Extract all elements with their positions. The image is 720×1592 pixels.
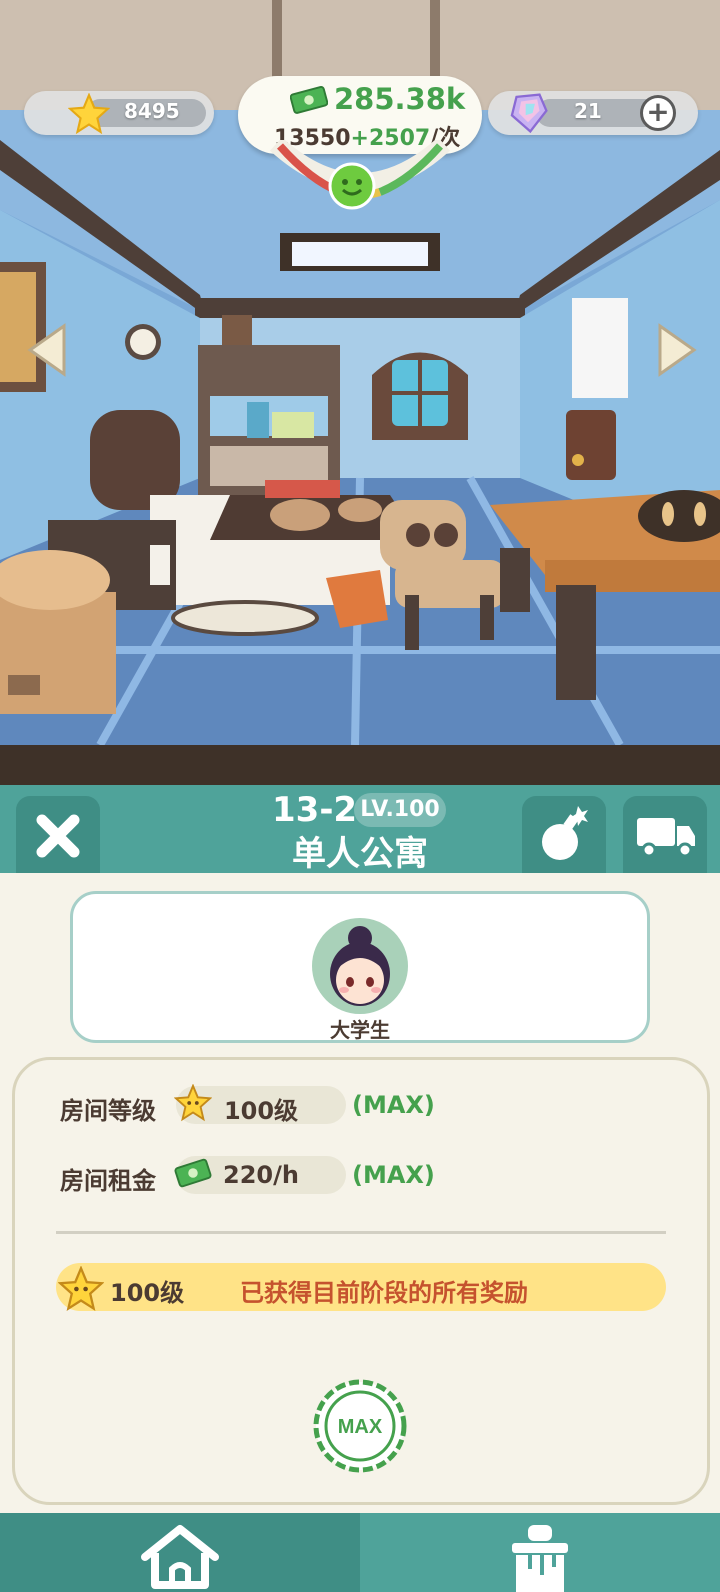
mood-gauge [270,140,450,210]
star-counter[interactable]: 8495 [24,91,214,135]
paint-bucket-icon [512,1525,568,1592]
max-stamp-text: MAX [338,1416,383,1438]
room-name: 单人公寓 [292,834,428,874]
game-screen: 8495 21 + 285.38k 13550+2507/次 13-2 LV.1… [0,0,720,1592]
next-room-arrow-icon[interactable] [656,322,698,378]
nav-decorate-tab[interactable] [360,1513,720,1592]
star-icon [68,93,110,135]
cash-icon [290,86,328,114]
tenant-portrait [330,926,390,1006]
tenant-type-label: 大学生 [330,1018,390,1042]
money-total: 285.38k [334,82,466,116]
room-code: 13-2 [272,790,358,830]
prev-room-arrow-icon[interactable] [26,322,68,378]
room-level-value: 100级 [223,1097,299,1125]
smile-face-icon [328,162,376,210]
demolish-button[interactable] [522,796,606,874]
reward-message: 已获得目前阶段的所有奖励 [240,1279,528,1307]
bomb-icon [542,806,588,860]
gem-count: 21 [574,99,602,123]
hanging-rope [272,0,282,80]
hanging-rope [430,0,440,80]
room-level-max: (MAX) [352,1091,435,1119]
room-level-label: 房间等级 [60,1097,156,1125]
truck-icon [637,818,695,858]
star-icon [58,1266,104,1312]
star-count: 8495 [124,99,180,123]
move-out-button[interactable] [623,796,707,874]
max-stamp-badge: MAX [313,1379,407,1473]
stats-divider [56,1231,666,1234]
home-icon [141,1525,219,1589]
gem-icon [510,93,548,134]
add-gems-button[interactable]: + [640,95,676,131]
room-rent-value: 220/h [223,1161,299,1189]
nav-home-tab[interactable] [0,1513,360,1592]
room-level-badge: LV.100 [354,793,446,827]
room-rent-max: (MAX) [352,1161,435,1189]
bottom-nav [0,1513,720,1592]
room-rent-label: 房间租金 [60,1167,156,1195]
tenant-avatar[interactable] [312,918,408,1014]
reward-level: 100级 [110,1279,185,1307]
